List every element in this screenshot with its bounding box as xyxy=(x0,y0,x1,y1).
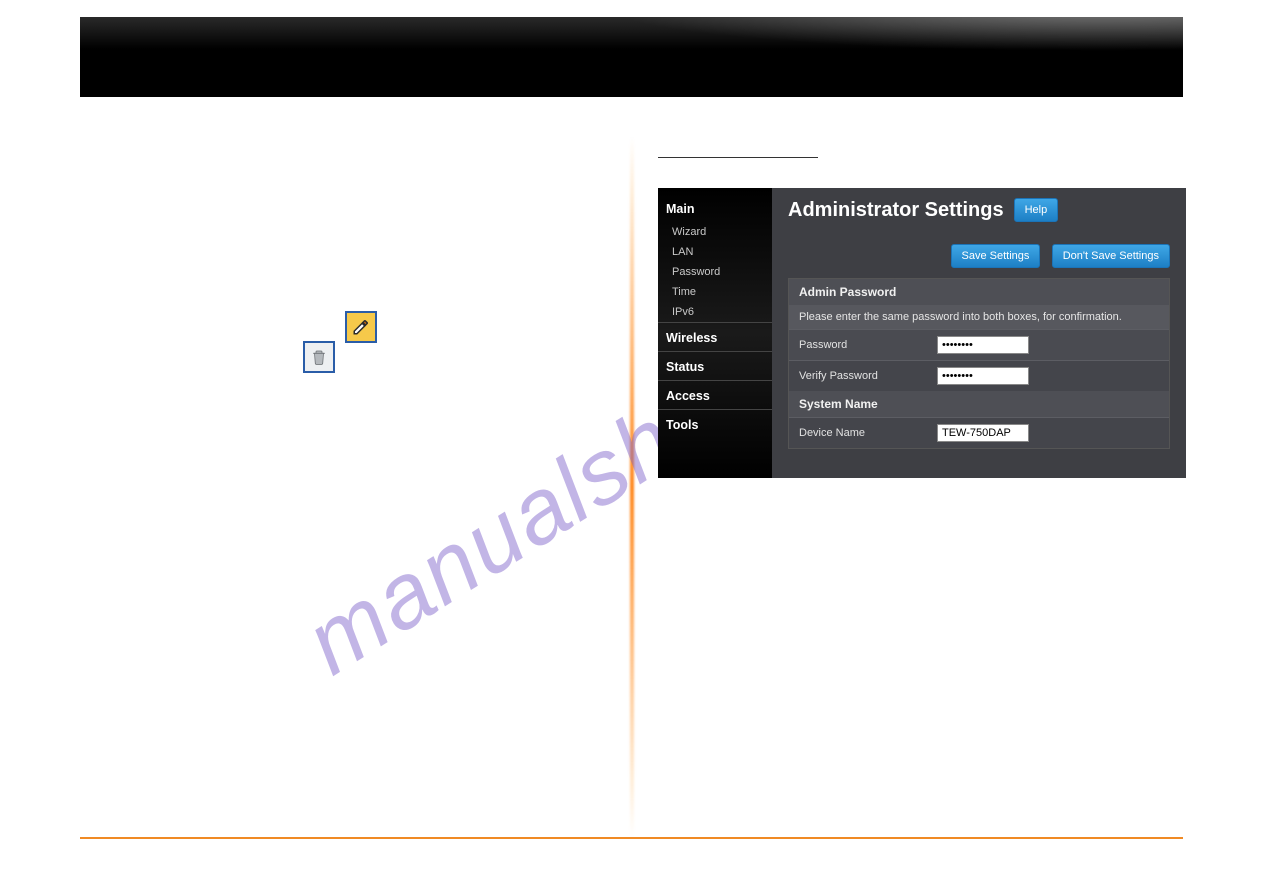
sidebar-section-main[interactable]: Main xyxy=(658,194,772,222)
password-label: Password xyxy=(789,331,929,359)
device-name-label: Device Name xyxy=(789,419,929,447)
sidebar-item-wizard[interactable]: Wizard xyxy=(658,222,772,242)
page-header-banner xyxy=(80,17,1183,97)
sidebar-section-wireless[interactable]: Wireless xyxy=(658,322,772,351)
footer-rule xyxy=(80,837,1183,839)
sidebar-item-time[interactable]: Time xyxy=(658,282,772,302)
admin-password-block: Admin Password Please enter the same pas… xyxy=(788,278,1170,449)
sidebar-item-lan[interactable]: LAN xyxy=(658,242,772,262)
verify-password-input[interactable] xyxy=(937,367,1029,385)
admin-sidebar: Main Wizard LAN Password Time IPv6 Wirel… xyxy=(658,188,772,478)
admin-password-header: Admin Password xyxy=(789,279,1169,305)
admin-title: Administrator Settings xyxy=(788,199,1004,222)
sidebar-item-ipv6[interactable]: IPv6 xyxy=(658,302,772,322)
center-divider xyxy=(630,137,634,837)
admin-password-note: Please enter the same password into both… xyxy=(789,305,1169,329)
sidebar-item-password[interactable]: Password xyxy=(658,262,772,282)
admin-content: Administrator Settings Help Save Setting… xyxy=(772,188,1186,478)
password-input[interactable] xyxy=(937,336,1029,354)
edit-icon xyxy=(345,311,377,343)
dont-save-settings-button[interactable]: Don't Save Settings xyxy=(1052,244,1170,268)
verify-password-label: Verify Password xyxy=(789,362,929,390)
trash-icon xyxy=(303,341,335,373)
admin-settings-panel: Main Wizard LAN Password Time IPv6 Wirel… xyxy=(658,188,1186,478)
help-button[interactable]: Help xyxy=(1014,198,1059,222)
system-name-header: System Name xyxy=(789,391,1169,417)
nav-path xyxy=(658,137,818,158)
device-name-input[interactable] xyxy=(937,424,1029,442)
sidebar-section-status[interactable]: Status xyxy=(658,351,772,380)
sidebar-section-access[interactable]: Access xyxy=(658,380,772,409)
save-settings-button[interactable]: Save Settings xyxy=(951,244,1041,268)
sidebar-section-tools[interactable]: Tools xyxy=(658,409,772,438)
